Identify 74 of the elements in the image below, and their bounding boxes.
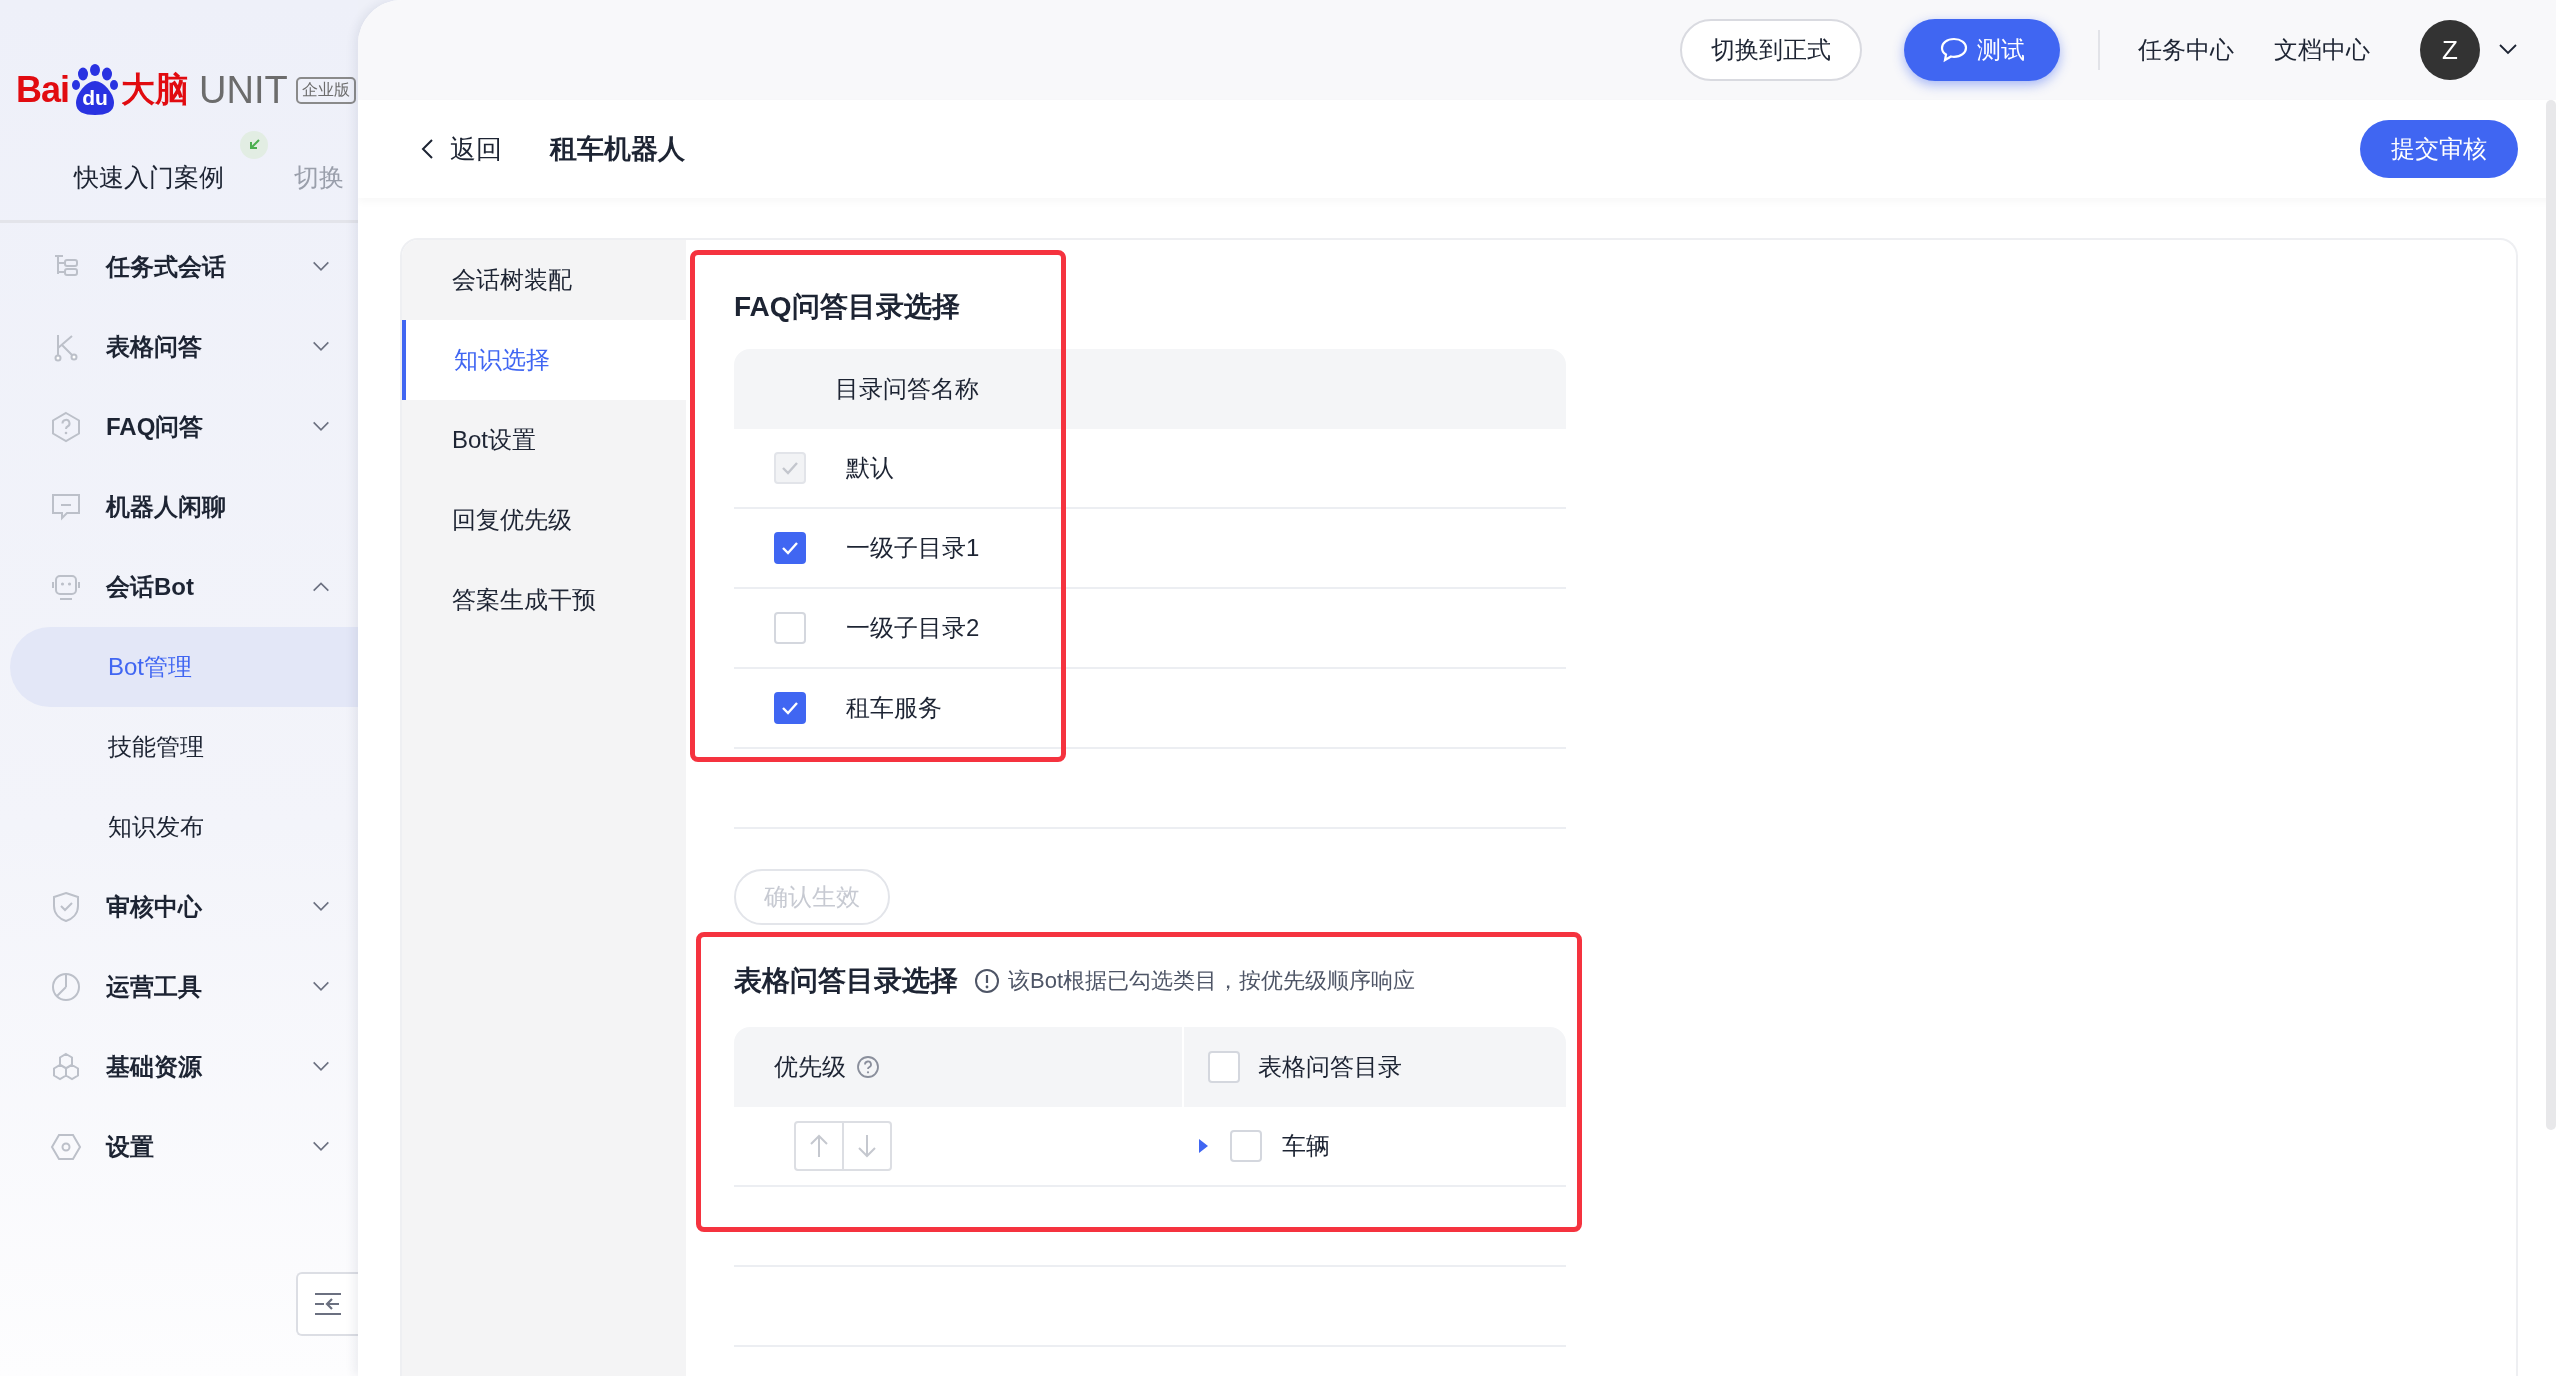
- menu-item[interactable]: 机器人闲聊: [0, 467, 358, 547]
- menu-item[interactable]: FAQ问答: [0, 387, 358, 467]
- submit-button[interactable]: 提交审核: [2360, 120, 2518, 178]
- side-tab[interactable]: 答案生成干预: [402, 560, 686, 640]
- avatar[interactable]: Z: [2420, 20, 2480, 80]
- side-tab[interactable]: Bot设置: [402, 400, 686, 480]
- nav-link[interactable]: 任务中心: [2138, 34, 2234, 66]
- menu-label: 设置: [106, 1132, 154, 1162]
- menu-label: 会话Bot: [106, 572, 194, 602]
- chat-bubble-icon: [1939, 36, 1969, 64]
- collapse-button[interactable]: [296, 1272, 358, 1336]
- side-tab[interactable]: 知识选择: [402, 320, 686, 400]
- table-cell-text: 车辆: [1282, 1131, 1330, 1161]
- section-title: 表格问答目录选择: [734, 964, 958, 998]
- submenu-item[interactable]: 技能管理: [10, 707, 358, 787]
- arrow-down-icon: [856, 1133, 878, 1159]
- chevron-left-icon: [420, 137, 436, 161]
- column-header: 优先级: [774, 1052, 846, 1082]
- column-header: 表格问答目录: [1258, 1052, 1402, 1082]
- table-cell-text: 一级子目录1: [846, 533, 980, 563]
- table-cell-text: 默认: [846, 453, 894, 483]
- question-hexagon-icon: [50, 411, 82, 443]
- info-icon: [974, 968, 1000, 994]
- confirm-button: 确认生效: [734, 869, 890, 925]
- menu-label: 任务式会话: [106, 252, 226, 282]
- settings-icon: [50, 1131, 82, 1163]
- pie-icon: [50, 971, 82, 1003]
- edition-tag: 企业版: [295, 76, 356, 104]
- project-name: 快速入门案例: [74, 160, 224, 194]
- side-tab[interactable]: 回复优先级: [402, 480, 686, 560]
- arrow-up-icon: [808, 1133, 830, 1159]
- column-header: 目录问答名称: [734, 349, 1566, 429]
- table-cell-text: 租车服务: [846, 693, 942, 723]
- table-cell-text: 一级子目录2: [846, 613, 980, 643]
- menu-label: 运营工具: [106, 972, 202, 1002]
- logo-text: Bai: [16, 69, 70, 111]
- product-name: UNIT: [199, 68, 288, 112]
- test-button[interactable]: 测试: [1904, 19, 2060, 81]
- caret-right-icon[interactable]: [1196, 1138, 1210, 1154]
- menu-label: 表格问答: [106, 332, 202, 362]
- menu-item[interactable]: 设置: [0, 1107, 358, 1187]
- menu-label: 基础资源: [106, 1052, 202, 1082]
- menu-item[interactable]: 运营工具: [0, 947, 358, 1027]
- help-icon: [856, 1055, 880, 1079]
- back-label: 返回: [450, 132, 502, 166]
- logo-text: du: [81, 86, 109, 110]
- menu-item[interactable]: 会话Bot: [0, 547, 358, 627]
- menu-label: 机器人闲聊: [106, 492, 226, 522]
- checkbox[interactable]: [774, 532, 806, 564]
- hexagons-icon: [50, 1051, 82, 1083]
- nav-link[interactable]: 文档中心: [2274, 34, 2370, 66]
- menu-label: 审核中心: [106, 892, 202, 922]
- menu-item[interactable]: 基础资源: [0, 1027, 358, 1107]
- shield-check-icon: [50, 891, 82, 923]
- submenu-item[interactable]: 知识发布: [10, 787, 358, 867]
- menu-item[interactable]: 表格问答: [0, 307, 358, 387]
- collapse-icon: [313, 1291, 343, 1317]
- hint-text: 该Bot根据已勾选类目，按优先级顺序响应: [1008, 967, 1416, 995]
- menu-label: FAQ问答: [106, 412, 204, 442]
- submenu-item[interactable]: Bot管理: [10, 627, 358, 707]
- page-title: 租车机器人: [550, 133, 685, 166]
- switch-button[interactable]: 切换到正式: [1680, 19, 1862, 81]
- checkbox[interactable]: [774, 692, 806, 724]
- side-tab[interactable]: 会话树装配: [402, 240, 686, 320]
- logo-text: 大脑: [121, 69, 190, 110]
- back-link[interactable]: 返回: [420, 131, 502, 167]
- move-down-button[interactable]: [843, 1121, 892, 1171]
- section-title: FAQ问答目录选择: [734, 290, 961, 324]
- paw-icon: [71, 64, 120, 116]
- menu-item[interactable]: 审核中心: [0, 867, 358, 947]
- chat-bubble-icon: [50, 491, 82, 523]
- button-label: 测试: [1977, 35, 2025, 65]
- move-up-button[interactable]: [794, 1121, 843, 1171]
- menu-item[interactable]: 任务式会话: [0, 227, 358, 307]
